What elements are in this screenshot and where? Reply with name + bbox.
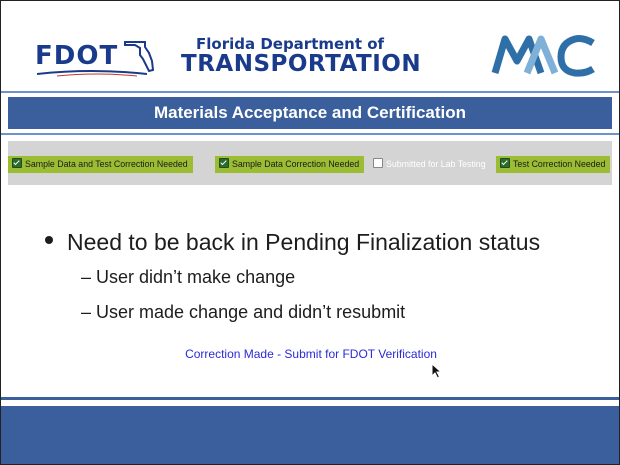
checkbox-test-correction[interactable]: Test Correction Needed bbox=[496, 156, 611, 173]
divider-top bbox=[1, 91, 619, 93]
department-title: Florida Department of TRANSPORTATION bbox=[181, 35, 441, 77]
unchecked-checkbox-icon bbox=[373, 158, 383, 168]
mac-logo-icon bbox=[491, 35, 595, 77]
main-bullet: Need to be back in Pending Finalization … bbox=[45, 229, 540, 256]
status-checkbox-strip: Sample Data and Test Correction Needed S… bbox=[8, 141, 612, 185]
footer-band bbox=[1, 406, 619, 464]
sub-bullet-2: – User made change and didn’t resubmit bbox=[81, 302, 406, 322]
checkbox-submitted-for-lab[interactable]: Submitted for Lab Testing bbox=[370, 156, 489, 173]
slide: FDOT Florida Department of TRANSPORTATIO… bbox=[0, 0, 620, 465]
florida-outline-icon bbox=[124, 41, 155, 73]
checkbox-label: Submitted for Lab Testing bbox=[386, 159, 486, 169]
checked-checkbox-icon bbox=[12, 158, 22, 168]
section-title-bar: Materials Acceptance and Certification bbox=[8, 97, 612, 129]
fdot-logo: FDOT bbox=[31, 37, 157, 81]
mouse-cursor-icon bbox=[431, 363, 443, 379]
checkbox-label: Sample Data Correction Needed bbox=[232, 159, 360, 169]
checkbox-sample-data-and-test[interactable]: Sample Data and Test Correction Needed bbox=[8, 156, 193, 173]
checked-checkbox-icon bbox=[500, 158, 510, 168]
main-bullet-text: Need to be back in Pending Finalization … bbox=[67, 229, 541, 255]
footer-divider bbox=[1, 397, 619, 400]
submit-verification-link[interactable]: Correction Made - Submit for FDOT Verifi… bbox=[1, 347, 619, 361]
checkbox-sample-data[interactable]: Sample Data Correction Needed bbox=[215, 156, 365, 173]
checkbox-label: Sample Data and Test Correction Needed bbox=[25, 159, 188, 169]
bullet-dot-icon bbox=[45, 236, 53, 244]
department-line2: TRANSPORTATION bbox=[181, 51, 422, 77]
sub-bullet-1: – User didn’t make change bbox=[81, 267, 296, 287]
checked-checkbox-icon bbox=[219, 158, 229, 168]
checkbox-label: Test Correction Needed bbox=[513, 159, 606, 169]
divider-under-title bbox=[1, 133, 619, 135]
fdot-logo-text: FDOT bbox=[35, 41, 119, 71]
